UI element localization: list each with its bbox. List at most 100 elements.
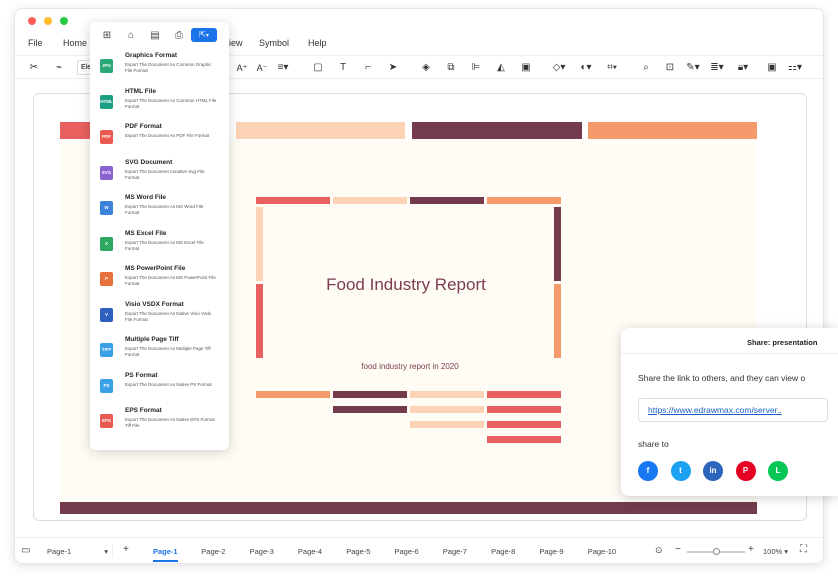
- file-format-icon: SVG: [100, 165, 113, 180]
- fullscreen-icon[interactable]: ⛶: [800, 544, 807, 555]
- export-item[interactable]: V Visio VSDX Format Export The Document As…: [98, 301, 224, 335]
- top-bar-wine: [412, 122, 582, 139]
- export-item-title: PDF Format: [125, 123, 162, 130]
- bottom-bar-wine: [60, 502, 757, 514]
- menu-view[interactable]: iew: [229, 38, 243, 48]
- maximize-window-button[interactable]: [60, 17, 68, 25]
- add-page-button[interactable]: +: [123, 544, 129, 555]
- export-item-desc: Export The Document As MS Word File Form…: [125, 204, 204, 215]
- page-tab[interactable]: Page-2: [201, 547, 225, 556]
- page-tab[interactable]: Page-5: [346, 547, 370, 556]
- export-item[interactable]: HTML HTML File Export The Document As Comm…: [98, 88, 224, 122]
- page-tab[interactable]: Page-6: [395, 547, 419, 556]
- frame-top-4: [487, 197, 561, 204]
- export-item[interactable]: PS PS Format Export The Document As Native…: [98, 372, 224, 406]
- close-window-button[interactable]: [28, 17, 36, 25]
- file-format-icon: PS: [100, 378, 113, 393]
- slide-subtitle[interactable]: food industry report in 2020: [330, 362, 490, 371]
- cut-icon[interactable]: ✂: [27, 61, 41, 75]
- flip-icon[interactable]: ◭: [494, 61, 508, 75]
- new-icon[interactable]: ⊞: [101, 30, 113, 42]
- pointer-icon[interactable]: ➤: [386, 61, 400, 75]
- page-tab[interactable]: Page-1: [153, 547, 178, 562]
- line-icon[interactable]: L: [768, 461, 788, 481]
- pen-icon[interactable]: ✎▾: [686, 61, 700, 75]
- fit-icon[interactable]: ▣: [519, 61, 533, 75]
- menu-help[interactable]: Help: [308, 38, 327, 48]
- linkedin-icon[interactable]: in: [703, 461, 723, 481]
- export-item-desc: Export The Document Asnative Svg File Fo…: [125, 168, 205, 180]
- facebook-icon[interactable]: f: [638, 461, 658, 481]
- page-tab[interactable]: Page-4: [298, 547, 322, 556]
- line-style-icon[interactable]: ◐▾: [579, 61, 593, 75]
- page-tab[interactable]: Page-7: [443, 547, 467, 556]
- export-item-title: SVG Document: [125, 158, 173, 166]
- print-icon[interactable]: ⎙: [173, 30, 185, 42]
- export-item[interactable]: SVG SVG Document Export The Document Asnat…: [98, 159, 224, 193]
- page-tab[interactable]: Page-3: [250, 547, 274, 556]
- zoom-level[interactable]: 100% ▾: [763, 547, 788, 556]
- deco-bar: [256, 391, 330, 398]
- align-icon[interactable]: ≡▾: [276, 61, 290, 75]
- share-panel: Share: presentation Share the link to ot…: [621, 328, 838, 496]
- page-tab[interactable]: Page-9: [539, 547, 563, 556]
- find-replace-icon[interactable]: ⊡: [663, 61, 677, 75]
- zoom-out-button[interactable]: −: [675, 544, 681, 555]
- menu-symbol[interactable]: Symbol: [259, 38, 289, 48]
- export-item[interactable]: EPS EPS Format Export The Document As Nati…: [98, 407, 224, 441]
- export-item[interactable]: JPG Graphics Format Export The Document As…: [98, 52, 224, 86]
- export-item-title: Visio VSDX Format: [125, 300, 184, 308]
- frame-right-2: [554, 284, 561, 358]
- menu-file[interactable]: File: [28, 38, 43, 48]
- share-link[interactable]: https://www.edrawmax.com/server..: [648, 405, 782, 415]
- deco-bar: [487, 391, 561, 398]
- export-item[interactable]: TIFF Multiple Page Tiff Export The Documen…: [98, 336, 224, 370]
- top-bar-orange: [588, 122, 757, 139]
- share-link-field[interactable]: https://www.edrawmax.com/server..: [638, 398, 828, 422]
- page-panel-icon[interactable]: ▭: [21, 545, 30, 556]
- font-decrease-icon[interactable]: A⁻: [255, 61, 269, 75]
- deco-bar: [487, 436, 561, 443]
- page-select[interactable]: Page-1 ▾: [39, 544, 113, 558]
- export-button[interactable]: ⇱▾: [191, 28, 217, 42]
- rectangle-icon[interactable]: ▢: [311, 61, 325, 75]
- frame-icon[interactable]: ▣: [765, 61, 779, 75]
- export-item-desc: Export The Document As Common Graphic Fi…: [125, 62, 212, 73]
- export-item[interactable]: X MS Excel File Export The Document As MS …: [98, 230, 224, 264]
- play-icon[interactable]: ⊙: [655, 545, 663, 556]
- fill-color-icon[interactable]: ◇▾: [552, 61, 566, 75]
- slide-title[interactable]: Food Industry Report: [296, 275, 516, 295]
- lock-icon[interactable]: 🔒︎▾: [736, 61, 750, 75]
- font-increase-icon[interactable]: A⁺: [235, 61, 249, 75]
- text-icon[interactable]: T: [336, 61, 350, 75]
- zoom-in-button[interactable]: +: [748, 544, 754, 555]
- file-format-icon: TIFF: [100, 343, 113, 357]
- menu-home[interactable]: Home: [63, 38, 87, 48]
- chevron-down-icon: ▾: [104, 547, 108, 556]
- export-item[interactable]: PDF PDF Format Export The Document As PDF …: [98, 123, 224, 157]
- file-format-icon: HTML: [100, 94, 113, 109]
- export-item[interactable]: W MS Word File Export The Document As MS W…: [98, 194, 224, 228]
- zoom-slider-handle[interactable]: [713, 548, 720, 555]
- top-bar-peach: [236, 122, 405, 139]
- format-painter-icon[interactable]: ⌁: [52, 61, 66, 75]
- deco-bar: [333, 391, 407, 398]
- twitter-icon[interactable]: t: [670, 461, 691, 481]
- page-tab[interactable]: Page-8: [491, 547, 515, 556]
- layers-icon[interactable]: ◈: [419, 61, 433, 75]
- frame-top-2: [333, 197, 407, 204]
- export-item[interactable]: P MS PowerPoint File Export The Document A…: [98, 265, 224, 299]
- save-icon[interactable]: ▤: [149, 30, 161, 42]
- crop-icon[interactable]: ⌗▾: [605, 61, 619, 75]
- more-icon[interactable]: ≣▾: [710, 61, 724, 75]
- connector-icon[interactable]: ⌐: [361, 61, 375, 75]
- page-tab[interactable]: Page-10: [588, 547, 616, 556]
- shapes-icon[interactable]: ⚏▾: [788, 61, 802, 75]
- open-folder-icon[interactable]: ⌂: [125, 30, 137, 42]
- pinterest-icon[interactable]: P: [735, 461, 756, 481]
- minimize-window-button[interactable]: [44, 17, 52, 25]
- search-icon[interactable]: ⌕: [639, 61, 653, 75]
- align-left-icon[interactable]: ⊫: [469, 61, 483, 75]
- group-icon[interactable]: ⧉: [444, 61, 458, 75]
- deco-bar: [487, 406, 561, 413]
